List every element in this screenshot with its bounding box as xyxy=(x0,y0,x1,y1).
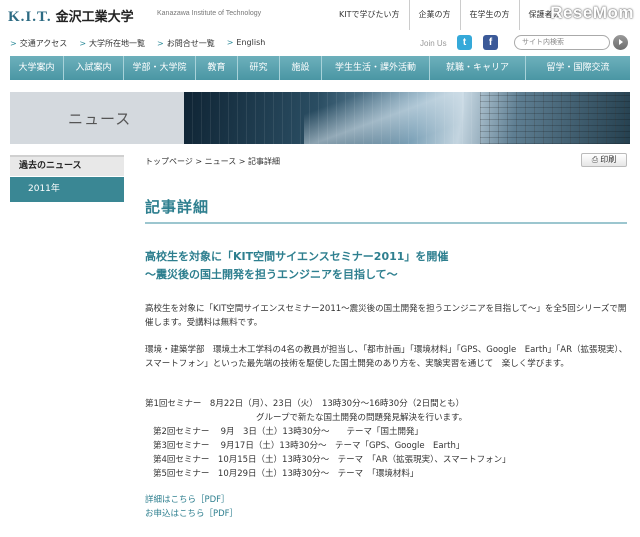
page-title: 記事詳細 xyxy=(145,198,210,216)
nav-item-about[interactable]: 大学案内 xyxy=(10,56,64,80)
nav-item-education[interactable]: 教育 xyxy=(196,56,238,80)
title-divider xyxy=(145,222,627,224)
schedule-session-1-note: グループで新たな国土開発の問題発見解決を行います。 xyxy=(256,413,468,423)
join-us-label: Join Us xyxy=(420,39,447,48)
logo-english-name: Kanazawa Institute of Technology xyxy=(157,10,262,17)
schedule-session-4: 第4回セミナー 10月15日（土）13時30分～ テーマ 「AR（拡張現実）、ス… xyxy=(153,455,511,465)
sidebar-item-2011[interactable]: 2011年 xyxy=(10,177,124,202)
schedule-session-3: 第3回セミナー 9月17日（土）13時30分～ テーマ「GPS、Google E… xyxy=(153,441,465,451)
logo-university-name: 金沢工業大学 xyxy=(55,10,134,25)
logo-kit-text: K.I.T. xyxy=(8,9,52,25)
schedule-session-1: 第1回セミナー 8月22日（月）、23日（火） 13時30分～16時30分（2日… xyxy=(145,399,465,409)
link-campus-locations[interactable]: > 大学所在地一覧 xyxy=(79,38,145,49)
arrow-icon: > xyxy=(157,39,164,48)
headline-line-1: 高校生を対象に「KIT空間サイエンスセミナー2011」を開催 xyxy=(145,250,449,263)
print-button[interactable]: ⎙ 印刷 xyxy=(581,153,627,167)
main-nav: 大学案内 入試案内 学部・大学院 教育 研究 施設 学生生活・課外活動 就職・キ… xyxy=(10,56,630,80)
schedule-session-2: 第2回セミナー 9月 3日（土）13時30分～ テーマ「国土開発」 xyxy=(153,427,424,437)
audience-nav: KITで学びたい方 企業の方 在学生の方 保護者の xyxy=(330,0,570,30)
twitter-icon[interactable]: t xyxy=(457,35,472,50)
article-paragraph-intro: 高校生を対象に「KIT空間サイエンスセミナー2011～震災後の国土開発を担うエン… xyxy=(145,304,627,328)
sidebar-heading: 過去のニュース xyxy=(10,155,124,176)
arrow-icon: > xyxy=(10,39,17,48)
details-pdf-link[interactable]: 詳細はこちら［PDF］ xyxy=(145,493,230,505)
page-banner: ニュース xyxy=(10,92,630,144)
nav-item-career[interactable]: 就職・キャリア xyxy=(430,56,526,80)
audience-link-students[interactable]: 在学生の方 xyxy=(459,0,519,30)
banner-building-image xyxy=(184,92,630,144)
link-english[interactable]: > English xyxy=(227,38,266,49)
nav-item-international[interactable]: 留学・国際交流 xyxy=(526,56,630,80)
article-paragraph-details: 環境・建築学部 環境土木工学科の4名の教員が担当し、「都市計画」「環境材料」「G… xyxy=(145,345,628,369)
utility-nav: > 交通アクセス > 大学所在地一覧 > お問合せ一覧 > English xyxy=(10,38,277,49)
arrow-icon: > xyxy=(226,38,234,47)
site-search-input[interactable]: サイト内検索 xyxy=(514,35,610,50)
nav-item-admissions[interactable]: 入試案内 xyxy=(64,56,124,80)
link-access[interactable]: > 交通アクセス xyxy=(10,38,67,49)
apply-pdf-link[interactable]: お申込はこちら［PDF］ xyxy=(145,507,238,519)
arrow-icon: > xyxy=(79,39,87,48)
site-logo[interactable]: K.I.T. 金沢工業大学 xyxy=(8,6,134,26)
schedule-session-5: 第5回セミナー 10月29日（土）13時30分～ テーマ 「環境材料」 xyxy=(153,469,419,479)
search-submit-button[interactable] xyxy=(613,35,628,50)
banner-title: ニュース xyxy=(68,110,132,128)
facebook-icon[interactable]: f xyxy=(483,35,498,50)
link-contact[interactable]: > お問合せ一覧 xyxy=(157,38,215,49)
breadcrumb[interactable]: トップページ > ニュース > 記事詳細 xyxy=(145,156,280,167)
watermark-logo: ReseMom xyxy=(550,3,634,22)
nav-item-research[interactable]: 研究 xyxy=(238,56,280,80)
nav-item-student-life[interactable]: 学生生活・課外活動 xyxy=(322,56,430,80)
article-headline: 高校生を対象に「KIT空間サイエンスセミナー2011」を開催 ～震災後の国土開発… xyxy=(145,248,448,284)
nav-item-faculties[interactable]: 学部・大学院 xyxy=(124,56,196,80)
nav-item-facilities[interactable]: 施設 xyxy=(280,56,322,80)
printer-icon: ⎙ xyxy=(591,155,599,164)
audience-link-companies[interactable]: 企業の方 xyxy=(408,0,460,30)
headline-line-2: ～震災後の国土開発を担うエンジニアを目指して～ xyxy=(145,268,398,281)
audience-link-prospective[interactable]: KITで学びたい方 xyxy=(330,0,409,30)
